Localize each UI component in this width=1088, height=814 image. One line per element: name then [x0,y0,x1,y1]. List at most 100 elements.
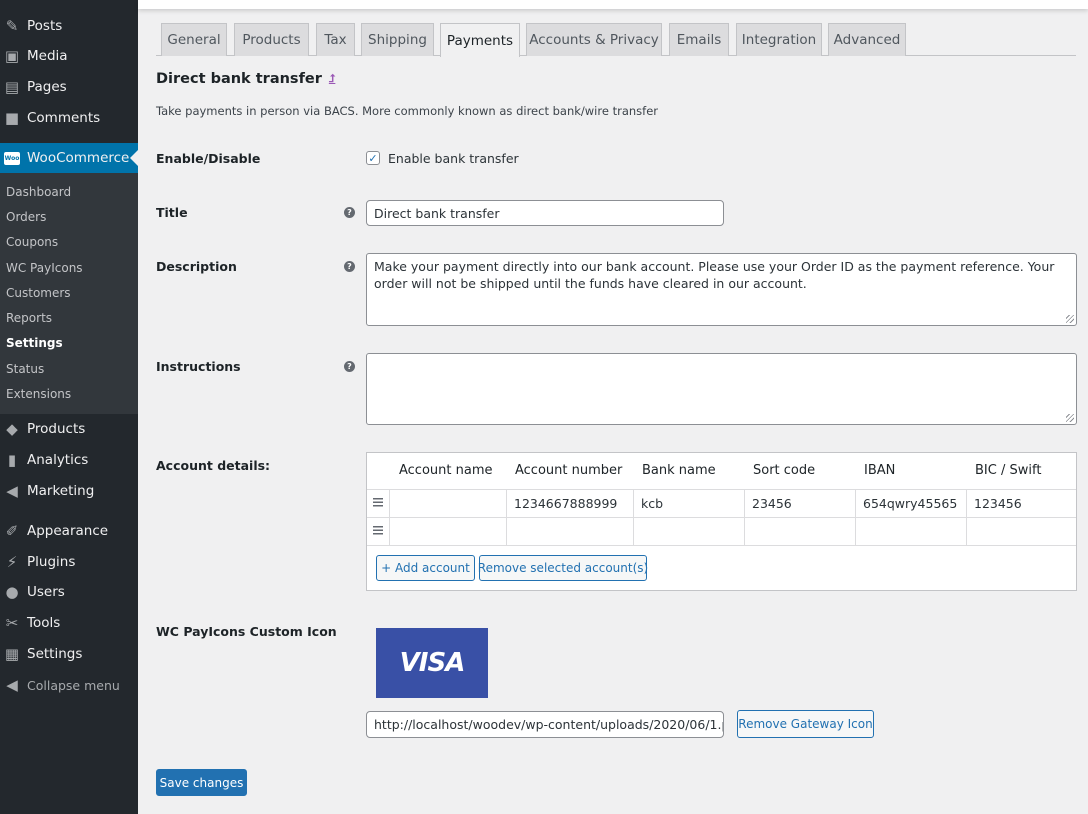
menu-products[interactable]: ◆ Products [0,414,138,444]
pages-icon: ▤ [4,78,20,96]
menu-users[interactable]: ● Users [0,577,138,607]
collapse-icon: ◀ [6,676,18,694]
title-label: Title [156,205,188,220]
bic-swift-cell[interactable]: 123456 [966,490,1076,517]
table-row[interactable] [367,517,1076,545]
menu-settings[interactable]: ▦ Settings [0,639,138,669]
tab-payments[interactable]: Payments [440,23,520,57]
submenu-settings[interactable]: Settings [6,336,63,350]
submenu-dashboard[interactable]: Dashboard [6,185,71,199]
visa-icon: VISA [376,628,488,698]
menu-appearance[interactable]: ✐ Appearance [0,516,138,546]
media-icon: ▣ [4,47,20,65]
main-content: General Products Tax Shipping Payments A… [138,0,1088,814]
column-account-number: Account number [515,463,623,478]
account-number-cell[interactable] [506,518,633,545]
help-icon[interactable]: ? [344,261,355,272]
iban-cell[interactable] [855,518,966,545]
brush-icon: ✐ [5,522,19,540]
remove-selected-accounts-button[interactable]: Remove selected account(s) [478,555,648,581]
resize-grip-icon[interactable] [1066,315,1074,323]
bar-chart-icon: ▮ [7,451,17,469]
tab-tax[interactable]: Tax [316,23,355,56]
menu-tools[interactable]: ✂ Tools [0,608,138,638]
tab-advanced[interactable]: Advanced [828,23,906,56]
menu-comments[interactable]: ■ Comments [0,103,138,133]
sort-code-cell[interactable] [744,518,855,545]
tab-accounts-privacy[interactable]: Accounts & Privacy [526,23,662,56]
collapse-menu-button[interactable]: ◀ Collapse menu [0,670,138,700]
save-changes-button[interactable]: Save changes [156,769,247,796]
menu-media[interactable]: ▣ Media [0,41,138,71]
enable-bank-transfer-checkbox[interactable]: ✓ [366,151,380,165]
wrench-icon: ✂ [5,614,19,632]
custom-icon-url-input[interactable]: http://localhost/woodev/wp-content/uploa… [366,711,724,738]
account-name-cell[interactable] [389,518,506,545]
menu-plugins[interactable]: ⚡ Plugins [0,547,138,577]
settings-tabs: General Products Tax Shipping Payments A… [156,23,1076,57]
table-row[interactable]: 1234667888999 kcb 23456 654qwry45565 123… [367,489,1076,517]
account-name-cell[interactable] [389,490,506,517]
checkmark-icon: ✓ [368,151,378,165]
title-input[interactable]: Direct bank transfer [366,200,724,226]
bank-name-cell[interactable] [633,518,744,545]
user-icon: ● [5,583,19,601]
description-textarea[interactable]: Make your payment directly into our bank… [366,253,1077,326]
submenu-reports[interactable]: Reports [6,311,52,325]
admin-sidebar: ✎ Posts ▣ Media ▤ Pages ■ Comments Woo WooCom… [0,0,138,814]
instructions-label: Instructions [156,359,241,374]
table-footer-divider [367,545,1076,546]
description-text: Make your payment directly into our bank… [374,259,1055,291]
submenu-extensions[interactable]: Extensions [6,387,71,401]
menu-posts[interactable]: ✎ Posts [0,11,138,41]
account-details-table: Account name Account number Bank name So… [366,452,1077,591]
account-number-cell[interactable]: 1234667888999 [506,490,633,517]
iban-cell[interactable]: 654qwry45565 [855,490,966,517]
tab-emails[interactable]: Emails [669,23,729,56]
menu-pages[interactable]: ▤ Pages [0,72,138,102]
page-title-text: Direct bank transfer [156,71,322,87]
woocommerce-icon: Woo [4,150,20,166]
plug-icon: ⚡ [6,553,18,571]
pin-icon: ✎ [5,17,19,35]
section-description: Take payments in person via BACS. More c… [156,104,658,118]
enable-label: Enable/Disable [156,151,261,166]
bank-name-cell[interactable]: kcb [633,490,744,517]
sort-code-cell[interactable]: 23456 [744,490,855,517]
column-account-name: Account name [399,463,493,478]
column-sort-code: Sort code [753,463,816,478]
return-up-icon[interactable]: ⮥ [329,72,336,86]
tab-products[interactable]: Products [234,23,309,56]
menu-analytics[interactable]: ▮ Analytics [0,445,138,475]
menu-marketing[interactable]: ◀ Marketing [0,476,138,506]
submenu-coupons[interactable]: Coupons [6,235,58,249]
submenu-status[interactable]: Status [6,362,44,376]
woocommerce-submenu: Dashboard Orders Coupons WC PayIcons Cus… [0,173,138,414]
remove-gateway-icon-button[interactable]: Remove Gateway Icon [737,710,874,738]
page-title: Direct bank transfer ⮥ [156,71,335,87]
instructions-textarea[interactable] [366,353,1077,425]
add-account-button[interactable]: + Add account [376,555,475,581]
help-icon[interactable]: ? [344,207,355,218]
drag-handle-icon[interactable] [373,526,383,535]
submenu-orders[interactable]: Orders [6,210,46,224]
tab-integration[interactable]: Integration [736,23,822,56]
account-details-label: Account details: [156,458,271,473]
column-bic-swift: BIC / Swift [975,463,1042,478]
box-icon: ◆ [6,420,18,438]
settings-icon: ▦ [4,645,20,663]
enable-bank-transfer-label[interactable]: Enable bank transfer [388,151,519,166]
bic-swift-cell[interactable] [966,518,1076,545]
tab-shipping[interactable]: Shipping [361,23,434,56]
tab-general[interactable]: General [161,23,227,56]
menu-woocommerce[interactable]: Woo WooCommerce [0,143,138,173]
column-bank-name: Bank name [642,463,716,478]
resize-grip-icon[interactable] [1066,414,1074,422]
megaphone-icon: ◀ [6,482,18,500]
help-icon[interactable]: ? [344,361,355,372]
submenu-wc-payicons[interactable]: WC PayIcons [6,261,83,275]
submenu-customers[interactable]: Customers [6,286,71,300]
drag-handle-icon[interactable] [373,498,383,507]
visa-icon-text: VISA [399,648,466,678]
comment-icon: ■ [4,109,20,127]
